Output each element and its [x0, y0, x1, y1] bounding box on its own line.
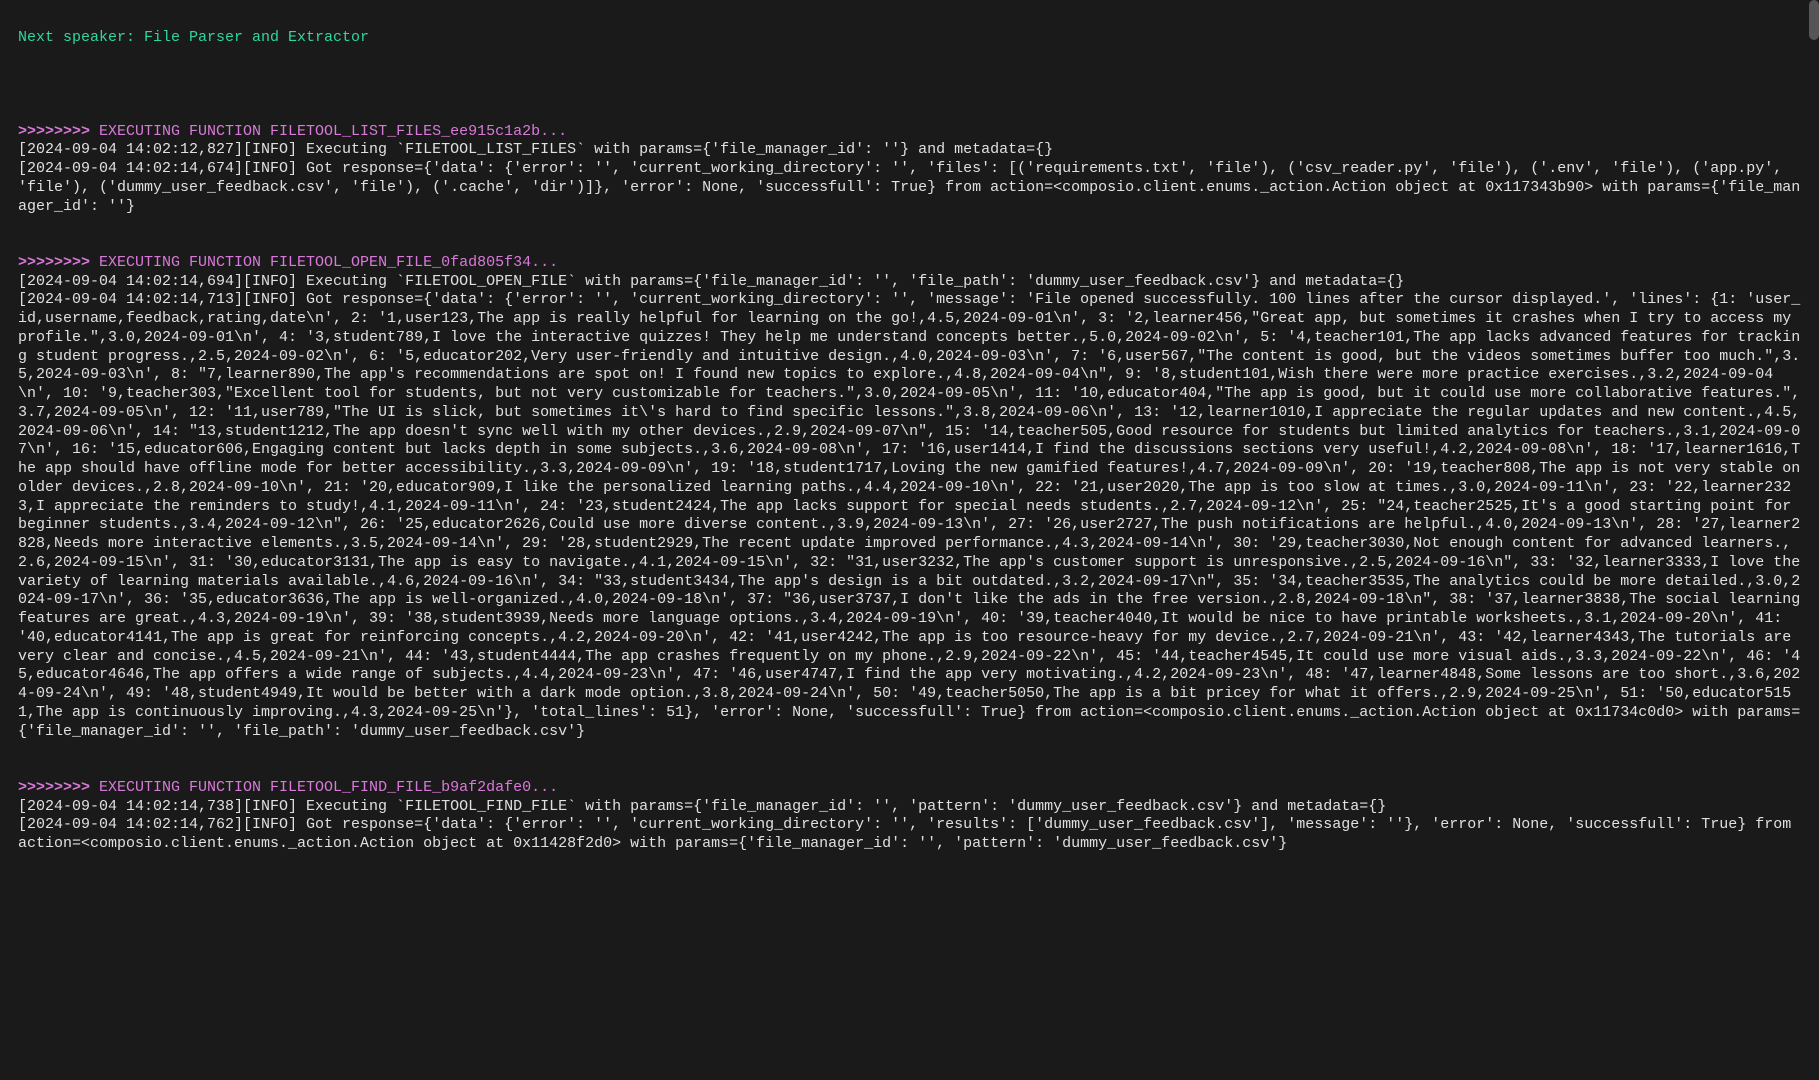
blank-line [18, 741, 1801, 760]
log-line: [2024-09-04 14:02:14,694][INFO] Executin… [18, 273, 1404, 290]
chevron-icon: >>>>>>>> [18, 779, 90, 796]
blank-line [18, 48, 1801, 67]
exec-label: EXECUTING FUNCTION FILETOOL_LIST_FILES_e… [90, 123, 567, 140]
exec-header-2: >>>>>>>> EXECUTING FUNCTION FILETOOL_OPE… [18, 254, 558, 271]
log-line: [2024-09-04 14:02:14,674][INFO] Got resp… [18, 160, 1800, 215]
next-speaker-line: Next speaker: File Parser and Extractor [18, 29, 369, 46]
log-line: [2024-09-04 14:02:14,762][INFO] Got resp… [18, 816, 1800, 852]
chevron-icon: >>>>>>>> [18, 123, 90, 140]
log-line: [2024-09-04 14:02:12,827][INFO] Executin… [18, 141, 1053, 158]
blank-line [18, 216, 1801, 235]
exec-label: EXECUTING FUNCTION FILETOOL_FIND_FILE_b9… [90, 779, 558, 796]
exec-header-3: >>>>>>>> EXECUTING FUNCTION FILETOOL_FIN… [18, 779, 558, 796]
terminal-output[interactable]: Next speaker: File Parser and Extractor … [0, 0, 1819, 864]
exec-label: EXECUTING FUNCTION FILETOOL_OPEN_FILE_0f… [90, 254, 558, 271]
log-line: [2024-09-04 14:02:14,713][INFO] Got resp… [18, 291, 1809, 739]
scroll-thumb[interactable] [1809, 0, 1819, 40]
scrollbar-vertical[interactable] [1809, 0, 1819, 1080]
log-line: [2024-09-04 14:02:14,738][INFO] Executin… [18, 798, 1386, 815]
blank-line [18, 85, 1801, 104]
chevron-icon: >>>>>>>> [18, 254, 90, 271]
exec-header-1: >>>>>>>> EXECUTING FUNCTION FILETOOL_LIS… [18, 123, 567, 140]
